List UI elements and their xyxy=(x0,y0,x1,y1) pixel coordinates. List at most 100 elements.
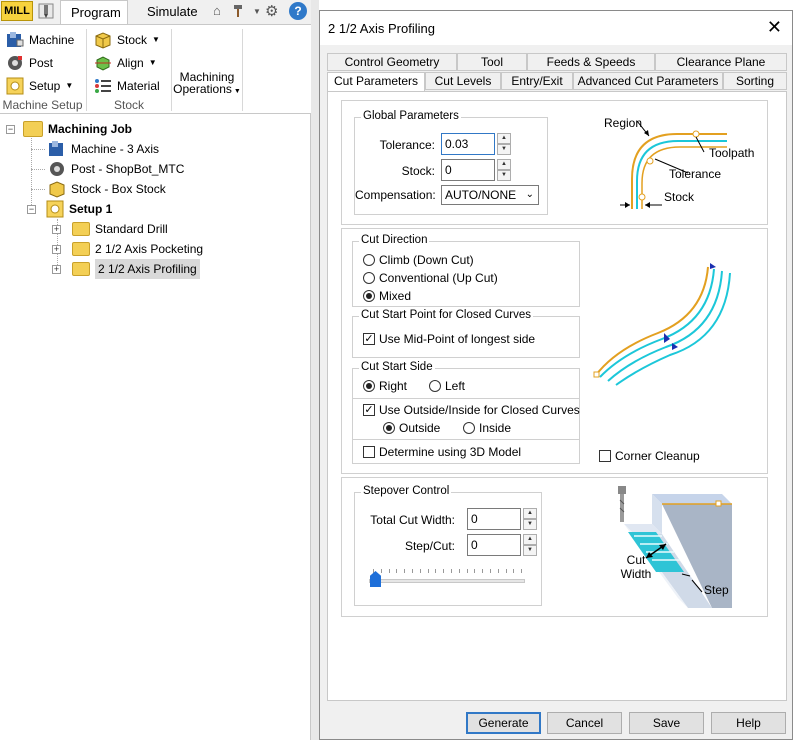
radio-inside[interactable]: Inside xyxy=(463,420,511,436)
expand-toggle-icon[interactable]: + xyxy=(52,225,61,234)
radio-indicator xyxy=(383,422,395,434)
slider-tick xyxy=(373,569,374,573)
tab-tool[interactable]: Tool xyxy=(457,53,527,71)
help-icon[interactable]: ? xyxy=(289,2,307,20)
checkbox-corner-cleanup[interactable]: Corner Cleanup xyxy=(599,448,700,464)
stepover-slider-track[interactable] xyxy=(369,579,525,583)
gear-icon[interactable]: ⚙ xyxy=(265,2,278,20)
tolerance-diagram-label: Tolerance xyxy=(669,167,722,181)
total-cut-width-spinner[interactable]: ▲ ▼ xyxy=(523,508,537,530)
mill-tool-icon[interactable] xyxy=(37,2,55,20)
tree-node-op-selected[interactable]: 2 1/2 Axis Profiling xyxy=(72,259,200,279)
spin-up-icon[interactable]: ▲ xyxy=(523,508,537,519)
stepover-section: Stepover Control Total Cut Width: 0 ▲ ▼ S… xyxy=(341,477,768,617)
radio-outside[interactable]: Outside xyxy=(383,420,440,436)
collapse-toggle-icon[interactable]: − xyxy=(6,125,15,134)
divider xyxy=(353,398,579,399)
radio-left[interactable]: Left xyxy=(429,378,465,394)
folder-icon xyxy=(72,222,90,236)
slider-tick xyxy=(380,569,382,573)
tolerance-input[interactable]: 0.03 xyxy=(441,133,495,155)
total-cut-width-input[interactable]: 0 xyxy=(467,508,521,530)
tab-entry-exit[interactable]: Entry/Exit xyxy=(501,72,573,90)
tab-simulate[interactable]: Simulate xyxy=(137,0,208,24)
tree-node-machining-job[interactable]: Machining Job xyxy=(23,119,132,139)
checkbox-determine-3d[interactable]: Determine using 3D Model xyxy=(363,444,521,460)
splitter-bar[interactable] xyxy=(311,0,319,740)
material-button[interactable]: Material xyxy=(94,76,160,96)
step-cut-spinner[interactable]: ▲ ▼ xyxy=(523,534,537,556)
tab-sorting[interactable]: Sorting xyxy=(723,72,787,90)
stock-button[interactable]: Stock ▼ xyxy=(94,30,160,50)
spin-down-icon[interactable]: ▼ xyxy=(523,545,537,556)
expand-toggle-icon[interactable]: + xyxy=(52,245,61,254)
tab-control-geometry[interactable]: Control Geometry xyxy=(327,53,457,71)
tab-feeds-speeds[interactable]: Feeds & Speeds xyxy=(527,53,655,71)
tab-program[interactable]: Program xyxy=(60,0,128,25)
stepover-control-group: Stepover Control Total Cut Width: 0 ▲ ▼ S… xyxy=(354,485,542,606)
step-cut-input[interactable]: 0 xyxy=(467,534,521,556)
machine-button[interactable]: Machine xyxy=(6,30,74,50)
tree-node-op[interactable]: Standard Drill xyxy=(72,219,168,239)
checkbox-mid-point[interactable]: ✓ Use Mid-Point of longest side xyxy=(363,331,535,347)
help-button[interactable]: Help xyxy=(711,712,786,734)
compensation-select[interactable]: AUTO/NONE ⌄ xyxy=(441,185,539,205)
expand-toggle-icon[interactable]: + xyxy=(52,265,61,274)
radio-right[interactable]: Right xyxy=(363,378,407,394)
tree-node-post[interactable]: Post - ShopBot_MTC xyxy=(48,159,184,179)
checkbox-outside-inside[interactable]: ✓ Use Outside/Inside for Closed Curves xyxy=(363,402,580,418)
spin-down-icon[interactable]: ▼ xyxy=(497,170,511,181)
cancel-button[interactable]: Cancel xyxy=(547,712,622,734)
tab-advanced-cut-parameters[interactable]: Advanced Cut Parameters xyxy=(573,72,723,90)
check-icon: ✓ xyxy=(363,404,375,416)
slider-tick xyxy=(443,569,445,573)
close-icon[interactable]: ✕ xyxy=(767,17,782,37)
spin-down-icon[interactable]: ▼ xyxy=(523,519,537,530)
dropdown-caret-icon[interactable]: ▼ xyxy=(253,7,261,16)
radio-climb[interactable]: Climb (Down Cut) xyxy=(363,252,474,268)
tab-cut-levels[interactable]: Cut Levels xyxy=(425,72,501,90)
save-button[interactable]: Save xyxy=(629,712,704,734)
step-label: Step xyxy=(704,583,729,597)
setup-button[interactable]: Setup ▼ xyxy=(6,76,73,96)
global-parameters-group: Global Parameters Tolerance: 0.03 ▲ ▼ Sto… xyxy=(354,110,548,215)
post-button[interactable]: Post xyxy=(6,53,53,73)
hammer-icon[interactable] xyxy=(232,4,248,18)
tolerance-spinner[interactable]: ▲ ▼ xyxy=(497,133,511,155)
radio-indicator xyxy=(363,290,375,302)
radio-conventional[interactable]: Conventional (Up Cut) xyxy=(363,270,498,286)
spin-up-icon[interactable]: ▲ xyxy=(523,534,537,545)
radio-mixed[interactable]: Mixed xyxy=(363,288,411,304)
compensation-label: Compensation: xyxy=(355,188,436,202)
slider-tick xyxy=(474,569,476,573)
ribbon-divider xyxy=(171,29,172,111)
cut-start-point-group: Cut Start Point for Closed Curves ✓ Use M… xyxy=(352,309,580,358)
stock-input[interactable]: 0 xyxy=(441,159,495,181)
spin-up-icon[interactable]: ▲ xyxy=(497,159,511,170)
slider-tick xyxy=(404,569,406,573)
tree-node-machine[interactable]: Machine - 3 Axis xyxy=(48,139,159,159)
global-section: Global Parameters Tolerance: 0.03 ▲ ▼ Sto… xyxy=(341,100,768,225)
generate-button[interactable]: Generate xyxy=(466,712,541,734)
app-menu-button[interactable]: MILL xyxy=(1,1,33,21)
align-button[interactable]: Align ▼ xyxy=(94,53,157,73)
dialog-titlebar: 2 1/2 Axis Profiling ✕ xyxy=(320,11,792,45)
tree-line xyxy=(31,189,45,190)
chevron-down-icon: ⌄ xyxy=(525,189,534,200)
collapse-toggle-icon[interactable]: − xyxy=(27,205,36,214)
stock-spinner[interactable]: ▲ ▼ xyxy=(497,159,511,181)
tree-node-op[interactable]: 2 1/2 Axis Pocketing xyxy=(72,239,203,259)
tree-node-setup[interactable]: Setup 1 xyxy=(46,199,112,219)
radio-indicator xyxy=(363,272,375,284)
machining-operations-button[interactable]: Machining Operations ▼ xyxy=(173,71,241,98)
tab-cut-parameters[interactable]: Cut Parameters xyxy=(327,72,425,91)
tree-node-stock[interactable]: Stock - Box Stock xyxy=(48,179,166,199)
tab-clearance-plane[interactable]: Clearance Plane xyxy=(655,53,787,71)
spin-down-icon[interactable]: ▼ xyxy=(497,144,511,155)
stepover-control-label: Stepover Control xyxy=(361,485,452,497)
spin-up-icon[interactable]: ▲ xyxy=(497,133,511,144)
post-icon xyxy=(8,56,22,70)
profiling-dialog: 2 1/2 Axis Profiling ✕ Control Geometry … xyxy=(319,10,793,740)
collapse-ribbon-icon[interactable]: ⌂ xyxy=(213,3,221,18)
stock-box-icon xyxy=(95,32,111,49)
